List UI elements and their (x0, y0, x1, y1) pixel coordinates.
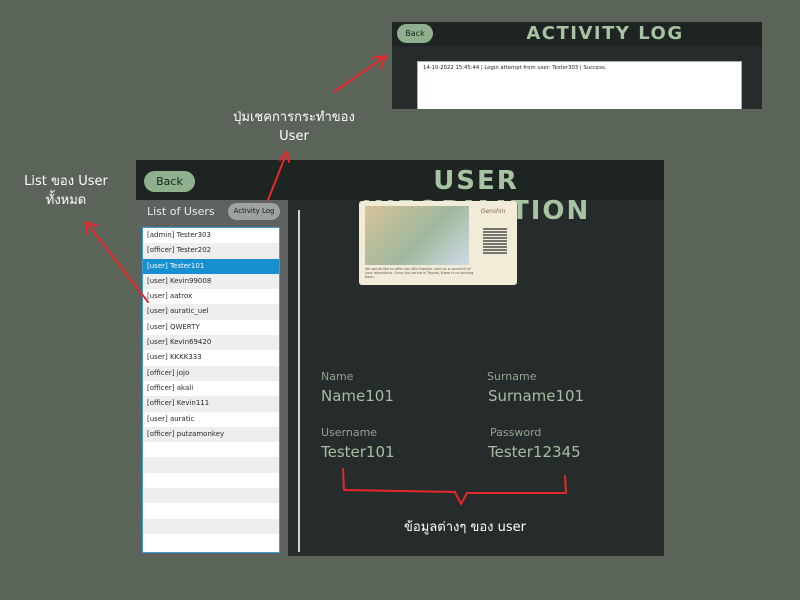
username-value: Tester101 (321, 443, 395, 461)
user-list-item[interactable]: [user] aatrox (143, 289, 279, 305)
user-list-item[interactable]: [officer] putzamonkey (143, 426, 279, 443)
user-list-item[interactable]: [user] auratic_uel (143, 304, 279, 320)
card-artwork (365, 206, 469, 265)
password-label: Password (490, 426, 542, 439)
user-list-annotation: List ของ User ทั้งหมด (24, 174, 108, 208)
activity-log-entry: 14-10-2022 15:45:44 | Login attempt from… (423, 65, 607, 71)
activity-log-button[interactable]: Activity Log (228, 203, 280, 220)
user-info-annotation: ข้อมูลต่างๆ ของ user (404, 520, 526, 535)
user-list-item[interactable]: [admin] Tester303 (143, 228, 279, 244)
password-value: Tester12345 (488, 443, 581, 461)
username-label: Username (321, 426, 378, 439)
user-list-item[interactable]: [user] auratic (143, 411, 279, 427)
user-list-item[interactable]: [officer] Tester202 (143, 243, 279, 259)
traveler-card-image: Genshin We would like to offer you this … (359, 201, 517, 285)
user-list-empty-row (143, 503, 279, 519)
user-list[interactable]: [admin] Tester303 [officer] Tester202 [use… (142, 227, 280, 553)
user-list-item[interactable]: [officer] Kevin111 (143, 396, 279, 412)
name-label: Name (321, 370, 354, 383)
window-header: Back USER INFORMATION (136, 160, 664, 226)
user-list-title: List of Users (147, 205, 215, 218)
user-list-empty-row (143, 442, 279, 458)
user-list-item[interactable]: [user] Kevin69420 (143, 335, 279, 351)
user-list-item[interactable]: [officer] akali (143, 380, 279, 397)
user-information-window: Back USER INFORMATION List of Users Acti… (136, 160, 664, 556)
card-logo: Genshin (480, 208, 506, 215)
user-list-item[interactable]: [user] Kevin99008 (143, 273, 279, 290)
surname-value: Surname101 (488, 387, 585, 405)
user-list-item[interactable]: [user] KKKK333 (143, 350, 279, 366)
activity-log-back-button[interactable]: Back (397, 24, 433, 43)
user-list-item[interactable]: [user] QWERTY (143, 319, 279, 336)
card-caption: We would like to offer you this traveler… (365, 267, 474, 279)
arrow-head-activity-log (371, 55, 387, 70)
user-list-empty-row (143, 472, 279, 489)
activity-log-list[interactable]: 14-10-2022 15:45:44 | Login attempt from… (417, 61, 742, 109)
arrow-to-activity-log (333, 55, 387, 93)
activity-log-title: ACTIVITY LOG (526, 23, 684, 44)
user-list-item[interactable]: [officer] jojo (143, 365, 279, 381)
back-button[interactable]: Back (144, 171, 195, 192)
user-list-empty-row (143, 488, 279, 504)
name-value: Name101 (321, 387, 394, 405)
user-list-item[interactable]: [user] Tester101 (143, 258, 279, 274)
qr-code-icon (483, 228, 507, 254)
surname-label: Surname (487, 370, 537, 383)
arrow-head-user-list-note (85, 221, 98, 235)
activity-button-annotation: ปุ่มเชคการกระทำของ User (233, 110, 355, 144)
user-list-sidebar: List of Users Activity Log [admin] Teste… (136, 200, 288, 556)
user-list-empty-row (143, 533, 279, 550)
user-list-empty-row (143, 518, 279, 534)
activity-log-header: Back ACTIVITY LOG (392, 22, 762, 46)
user-list-empty-row (143, 457, 279, 473)
divider (298, 210, 300, 552)
activity-log-window: Back ACTIVITY LOG 14-10-2022 15:45:44 | … (392, 22, 762, 109)
